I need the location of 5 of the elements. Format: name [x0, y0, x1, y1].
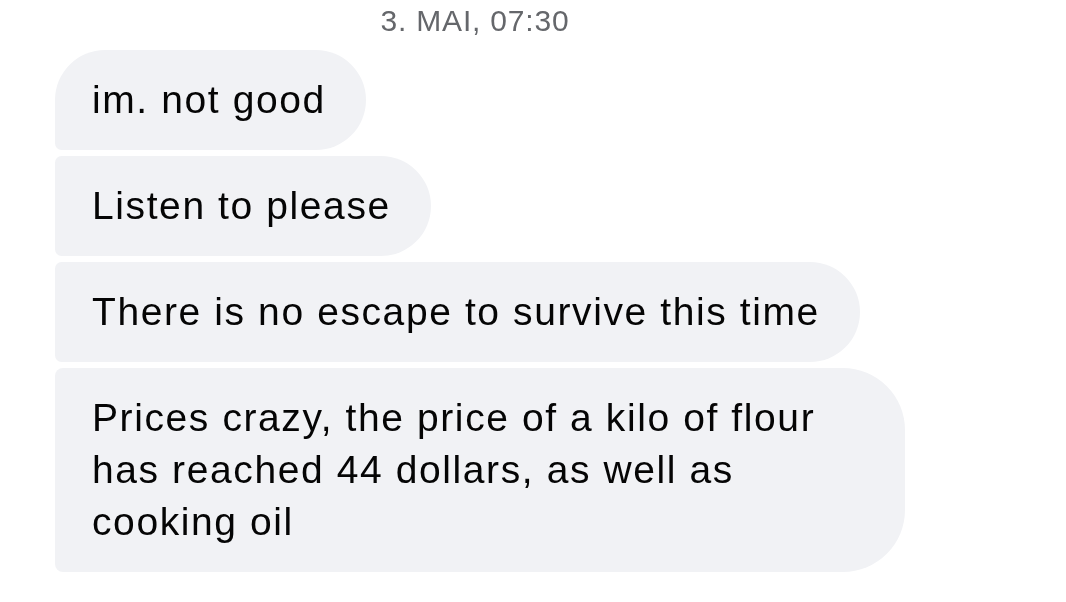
message-bubble: There is no escape to survive this time — [55, 262, 860, 362]
message-bubble: im. not good — [55, 50, 366, 150]
timestamp: 3. MAI, 07:30 — [380, 4, 570, 38]
message-bubble: Prices crazy, the price of a kilo of flour has reached 44 dollars, as well as cooking oil — [55, 368, 905, 572]
message-bubble: Listen to please — [55, 156, 431, 256]
